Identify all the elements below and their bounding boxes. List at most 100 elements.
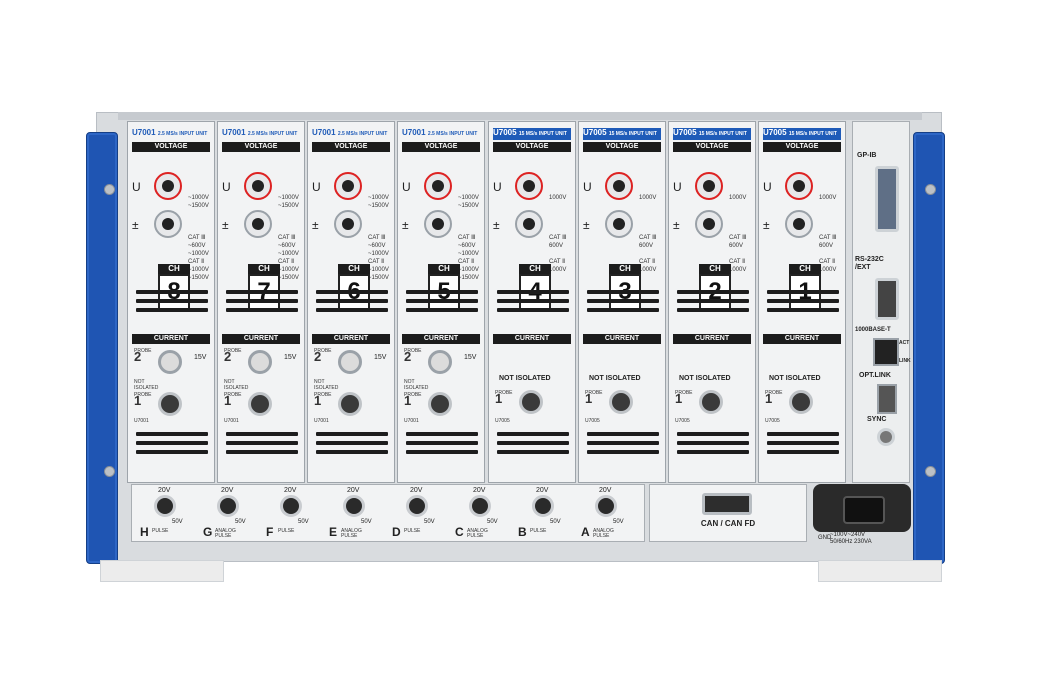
input-module-3: U7005 15 MS/s INPUT UNIT VOLTAGE U ±1000V CA… — [578, 121, 666, 483]
voltage-u-jack[interactable] — [424, 172, 452, 200]
vent-grille-upper — [767, 290, 839, 317]
cat2-label: CAT Ⅱ — [639, 259, 656, 265]
screw-icon — [104, 466, 115, 477]
voltage-common-jack[interactable] — [334, 210, 362, 238]
current-header: CURRENT — [763, 334, 841, 344]
current-header: CURRENT — [493, 334, 571, 344]
not-isolated-label: NOT ISOLATED — [769, 375, 821, 382]
voltage-common-jack[interactable] — [244, 210, 272, 238]
probe1-connector[interactable] — [428, 392, 452, 416]
pulse-bnc-connector[interactable] — [154, 495, 176, 517]
module-model-label: U7005 — [675, 418, 690, 424]
probe1-connector[interactable] — [338, 392, 362, 416]
sync-connector[interactable] — [877, 428, 895, 446]
link-label: LINK — [899, 358, 911, 364]
pulse-letter: G — [203, 525, 213, 539]
cat-ratings: CAT Ⅲ ~600V ~1000V CAT Ⅱ ~1000V ~1500V — [188, 234, 209, 282]
pulse-bnc-connector[interactable] — [217, 495, 239, 517]
input-module-8: U7001 2.5 MS/s INPUT UNIT VOLTAGE U ± ~1000V… — [127, 121, 215, 483]
voltage-header: VOLTAGE — [583, 142, 661, 152]
module-model: U7001 — [312, 128, 336, 137]
probe2-connector[interactable] — [338, 350, 362, 374]
probe2-label: PROBE 2 — [314, 348, 332, 363]
screw-icon — [104, 184, 115, 195]
probe2-connector[interactable] — [158, 350, 182, 374]
cat1-value: 600V — [549, 243, 564, 249]
optical-link-port[interactable] — [877, 384, 897, 414]
act-label: ACT — [899, 340, 910, 346]
pulse-bnc-connector[interactable] — [343, 495, 365, 517]
ch-label: CH — [248, 264, 280, 274]
voltage-rating: ~1000V ~1500V — [278, 194, 299, 210]
voltage-common-jack[interactable] — [515, 210, 543, 238]
voltage-header: VOLTAGE — [222, 142, 300, 152]
voltage-u-jack[interactable] — [334, 172, 362, 200]
pulse-bnc-connector[interactable] — [406, 495, 428, 517]
voltage-rating: ~1000V ~1500V — [368, 194, 389, 210]
voltage-u-jack[interactable] — [154, 172, 182, 200]
dsub-connector[interactable] — [702, 493, 752, 515]
probe1-label: PROBE 1 — [585, 390, 603, 405]
pulse-bnc-connector[interactable] — [469, 495, 491, 517]
cat1-label: CAT Ⅲ — [188, 235, 206, 241]
probe1-connector[interactable] — [609, 390, 633, 414]
probe1-connector[interactable] — [789, 390, 813, 414]
cat1-label: CAT Ⅲ — [819, 235, 837, 241]
voltage-u-jack[interactable] — [605, 172, 633, 200]
pulse-port-a: 20V 50V A ANALOG PULSE — [579, 485, 631, 541]
cat1-value: ~600V — [368, 243, 386, 249]
probe2-connector[interactable] — [248, 350, 272, 374]
probe1-number: 1 — [675, 391, 683, 406]
module-model-label: U7001 — [134, 418, 149, 424]
pulse-bnc-connector[interactable] — [532, 495, 554, 517]
voltage-u-jack[interactable] — [785, 172, 813, 200]
probe1-connector[interactable] — [248, 392, 272, 416]
input-module-7: U7001 2.5 MS/s INPUT UNIT VOLTAGE U ± ~1000V… — [217, 121, 305, 483]
probe1-connector[interactable] — [519, 390, 543, 414]
pulse-sub-label: PULSE — [152, 528, 169, 534]
module-model: U7001 — [402, 128, 426, 137]
pulse-port-g: 20V 50V G ANALOG PULSE — [201, 485, 253, 541]
ch-label: CH — [699, 264, 731, 274]
voltage-common-jack[interactable] — [154, 210, 182, 238]
probe1-connector[interactable] — [699, 390, 723, 414]
voltage-u-jack[interactable] — [695, 172, 723, 200]
voltage-rating: 1000V — [549, 194, 566, 202]
cat2-value2: ~1500V — [278, 275, 299, 281]
cat1-value2: ~1000V — [278, 251, 299, 257]
pulse-sub-label: PULSE — [278, 528, 295, 534]
voltage-common-jack[interactable] — [785, 210, 813, 238]
probe1-connector[interactable] — [158, 392, 182, 416]
v20-label: 20V — [221, 487, 234, 494]
module-model-label: U7005 — [765, 418, 780, 424]
pulse-port-c: 20V 50V C ANALOG PULSE — [453, 485, 505, 541]
probe2-connector[interactable] — [428, 350, 452, 374]
pulse-bnc-connector[interactable] — [280, 495, 302, 517]
gpib-connector[interactable] — [875, 166, 899, 232]
cat-ratings: CAT Ⅲ ~600V ~1000V CAT Ⅱ ~1000V ~1500V — [458, 234, 479, 282]
cat-ratings: CAT Ⅲ 600V CAT Ⅱ 1000V — [729, 234, 746, 274]
not-isolated-label: NOT ISOLATED — [589, 375, 641, 382]
rs232-label: RS-232C /EXT — [855, 256, 884, 271]
vent-grille-lower — [497, 432, 569, 459]
cat1-value2: ~1000V — [458, 251, 479, 257]
voltage-u-jack[interactable] — [244, 172, 272, 200]
pulse-letter: D — [392, 525, 401, 539]
voltage-common-jack[interactable] — [695, 210, 723, 238]
pulse-bnc-connector[interactable] — [595, 495, 617, 517]
voltage-u-jack[interactable] — [515, 172, 543, 200]
vent-grille-lower — [136, 432, 208, 459]
module-desc: 2.5 MS/s INPUT UNIT — [247, 131, 298, 137]
voltage-common-jack[interactable] — [424, 210, 452, 238]
cat2-value: 1000V — [729, 267, 747, 273]
cat1-value2: ~1000V — [368, 251, 389, 257]
module-desc: 15 MS/s INPUT UNIT — [788, 131, 837, 137]
input-module-4: U7005 15 MS/s INPUT UNIT VOLTAGE U ±1000V CA… — [488, 121, 576, 483]
ch-label: CH — [428, 264, 460, 274]
voltage-rating-2: ~1500V — [458, 203, 479, 209]
vent-grille-upper — [226, 290, 298, 317]
power-inlet[interactable] — [813, 484, 911, 532]
voltage-common-jack[interactable] — [605, 210, 633, 238]
ethernet-port[interactable] — [873, 338, 899, 366]
rs232-connector[interactable] — [875, 278, 899, 320]
